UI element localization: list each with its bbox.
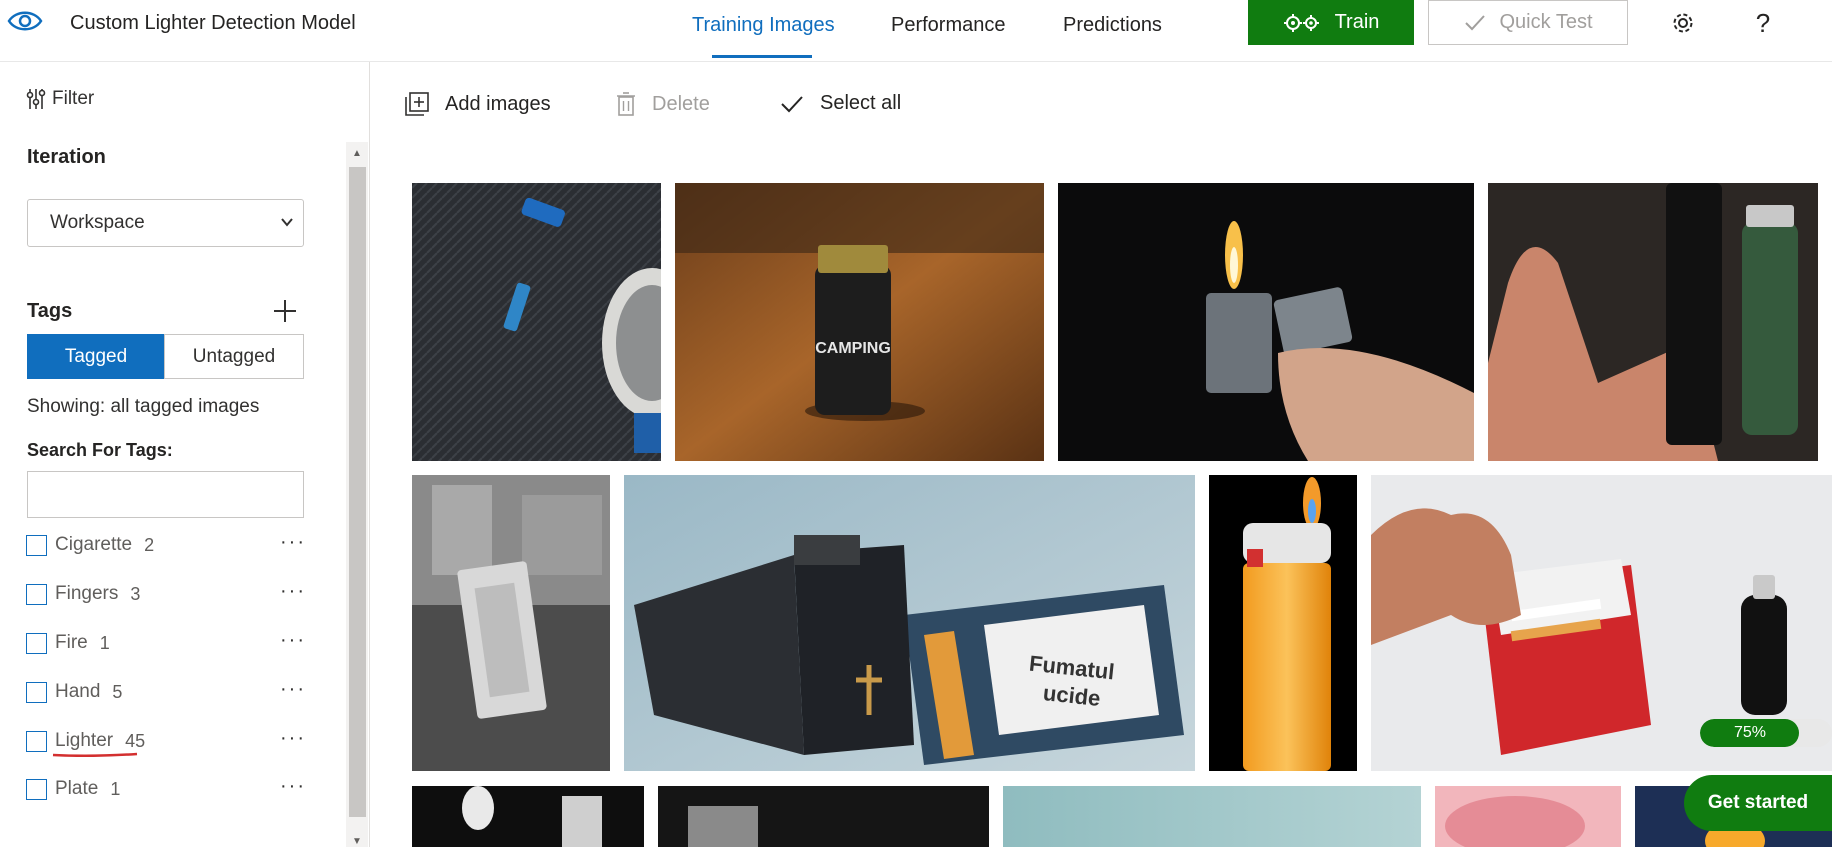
untagged-toggle[interactable]: Untagged xyxy=(164,334,304,379)
training-image[interactable]: Fumatul ucide xyxy=(624,475,1195,771)
progress-label: 75% xyxy=(1733,724,1767,741)
tab-predictions[interactable]: Predictions xyxy=(1063,14,1162,37)
dark-mat-lighter-photo xyxy=(412,183,661,461)
training-image[interactable] xyxy=(1209,475,1357,771)
scroll-up-icon[interactable]: ▲ xyxy=(351,148,363,160)
training-image[interactable] xyxy=(412,786,644,847)
more-options-icon[interactable]: ··· xyxy=(280,629,306,652)
more-options-icon[interactable]: ··· xyxy=(280,580,306,603)
add-images-button[interactable]: Add images xyxy=(405,92,551,116)
tag-name: Lighter xyxy=(55,730,114,751)
trash-icon xyxy=(617,92,635,116)
settings-gear-icon[interactable] xyxy=(1668,8,1698,38)
check-icon xyxy=(1464,14,1485,30)
tag-item[interactable]: Fire 1 ··· xyxy=(26,628,306,658)
training-image[interactable] xyxy=(1003,786,1421,847)
tag-item[interactable]: Hand 5 ··· xyxy=(26,677,306,707)
add-image-icon xyxy=(405,92,429,116)
more-options-icon[interactable]: ··· xyxy=(280,531,306,554)
gears-icon xyxy=(1283,13,1319,32)
more-options-icon[interactable]: ··· xyxy=(280,678,306,701)
training-image[interactable]: CAMPING xyxy=(675,183,1044,461)
teal-photo-partial xyxy=(1003,786,1421,847)
tag-item[interactable]: Plate 1 ··· xyxy=(26,774,306,804)
active-tab-indicator xyxy=(712,55,812,58)
pink-photo-partial xyxy=(1435,786,1621,847)
training-image[interactable] xyxy=(1488,183,1818,461)
tag-name: Cigarette xyxy=(55,534,133,555)
tag-checkbox[interactable] xyxy=(26,583,47,605)
scroll-down-icon[interactable]: ▼ xyxy=(351,836,363,847)
zippo-cigarette-pack-photo: Fumatul ucide xyxy=(624,475,1195,771)
filter-label: Filter xyxy=(52,88,95,109)
train-label: Train xyxy=(1334,11,1380,33)
tagged-toggle[interactable]: Tagged xyxy=(27,334,165,379)
training-image[interactable] xyxy=(658,786,989,847)
iteration-select[interactable]: Workspace xyxy=(27,199,304,247)
tag-item[interactable]: Fingers 3 ··· xyxy=(26,579,306,609)
scrollbar-thumb[interactable] xyxy=(349,167,366,817)
check-icon xyxy=(781,95,803,112)
training-image[interactable] xyxy=(412,475,610,771)
sidebar: Filter Iteration Workspace Tags Tagged U… xyxy=(0,62,370,847)
search-tags-label: Search For Tags: xyxy=(27,440,173,460)
tab-training-images[interactable]: Training Images xyxy=(692,14,835,37)
eye-logo-icon[interactable] xyxy=(6,6,44,36)
tag-count: 2 xyxy=(144,534,155,555)
quick-test-button[interactable]: Quick Test xyxy=(1428,0,1628,45)
silver-lighter-bw-photo xyxy=(412,475,610,771)
quick-test-label: Quick Test xyxy=(1499,11,1593,33)
iteration-heading: Iteration xyxy=(27,146,106,168)
black-background-lighter-partial xyxy=(658,786,989,847)
tag-checkbox[interactable] xyxy=(26,778,47,800)
delete-label: Delete xyxy=(652,92,710,115)
chevron-down-icon xyxy=(281,218,293,227)
camping-text: CAMPING xyxy=(815,340,891,357)
delete-button[interactable]: Delete xyxy=(616,92,710,116)
top-header: Custom Lighter Detection Model Training … xyxy=(0,0,1832,62)
add-images-label: Add images xyxy=(445,92,551,115)
tag-checkbox[interactable] xyxy=(26,681,47,703)
tag-count: 1 xyxy=(99,632,110,653)
tag-checkbox[interactable] xyxy=(26,632,47,654)
tag-count: 45 xyxy=(125,730,146,751)
orange-lighter-flame-photo xyxy=(1209,475,1357,771)
training-image[interactable] xyxy=(1058,183,1474,461)
tag-name: Plate xyxy=(55,778,99,799)
red-underline-mark xyxy=(52,752,138,757)
tag-name: Fingers xyxy=(55,583,119,604)
select-all-button[interactable]: Select all xyxy=(780,92,901,115)
train-button[interactable]: Train xyxy=(1248,0,1414,45)
upload-progress-bar: 75% xyxy=(1700,719,1832,747)
zippo-flame-photo xyxy=(1058,183,1474,461)
tag-name: Fire xyxy=(55,632,88,653)
filter-sliders-icon xyxy=(26,89,46,109)
training-image[interactable] xyxy=(1435,786,1621,847)
search-tags-input[interactable] xyxy=(27,471,304,518)
tag-count: 5 xyxy=(112,681,123,702)
app-title: Custom Lighter Detection Model xyxy=(70,12,356,34)
filter-button[interactable]: Filter xyxy=(26,88,94,110)
tab-performance[interactable]: Performance xyxy=(891,14,1006,37)
help-icon[interactable]: ? xyxy=(1748,8,1778,38)
more-options-icon[interactable]: ··· xyxy=(280,775,306,798)
camping-lighter-on-wood-photo: CAMPING xyxy=(675,183,1044,461)
tag-checkbox[interactable] xyxy=(26,730,47,752)
tag-count: 1 xyxy=(110,778,121,799)
iteration-value: Workspace xyxy=(50,212,145,233)
tags-heading: Tags xyxy=(27,300,73,322)
training-image[interactable] xyxy=(412,183,661,461)
more-options-icon[interactable]: ··· xyxy=(280,727,306,750)
get-started-button[interactable]: Get started xyxy=(1684,775,1832,831)
dark-photo-partial xyxy=(412,786,644,847)
select-all-label: Select all xyxy=(820,92,902,114)
tag-item[interactable]: Cigarette 2 ··· xyxy=(26,530,306,560)
hand-with-lighters-photo xyxy=(1488,183,1818,461)
tag-checkbox[interactable] xyxy=(26,534,47,556)
tag-name: Hand xyxy=(55,681,101,702)
showing-text: Showing: all tagged images xyxy=(27,396,260,417)
add-tag-icon[interactable] xyxy=(272,298,298,324)
tag-count: 3 xyxy=(130,583,141,604)
